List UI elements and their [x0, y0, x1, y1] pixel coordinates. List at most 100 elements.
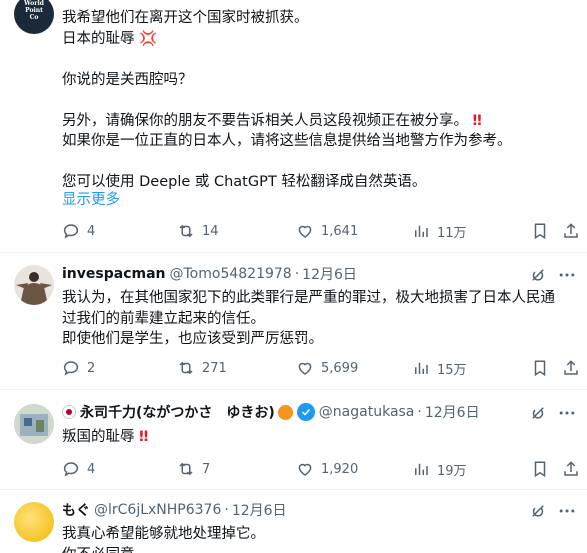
text-line: [62, 152, 512, 173]
more-icon[interactable]: [557, 501, 577, 521]
tweet-text: 我希望他们在离开这个国家时被抓获。 日本的耻辱 💢 你说的是关西腔吗？ 另外，请…: [62, 8, 512, 193]
separator-dot: ·: [224, 502, 229, 518]
reply-count: 4: [87, 223, 96, 239]
repost-button[interactable]: 271: [177, 357, 227, 379]
text-line: 你不必同意: [62, 545, 265, 553]
text-line: 我希望他们在离开这个国家时被抓获。: [62, 10, 309, 26]
avatar-photo-icon: [14, 404, 54, 444]
tweet-date[interactable]: 12月6日: [232, 500, 287, 520]
tweet-header: もぐ @lrC6jLxNHP6376 · 12月6日: [62, 500, 287, 520]
grok-icon[interactable]: [529, 404, 547, 422]
text-line: 如果你是一位正直的日本人，请将这些信息提供给当地警方作为参考。: [62, 133, 512, 149]
views-icon: [415, 362, 428, 374]
more-icon[interactable]: [557, 265, 577, 285]
view-count: 15万: [437, 362, 467, 378]
reply-count: 4: [87, 461, 96, 477]
views-button[interactable]: 19万: [412, 458, 467, 480]
avatar[interactable]: [14, 502, 54, 542]
text-line: 日本的耻辱 💢: [62, 30, 158, 47]
repost-button[interactable]: 7: [177, 458, 210, 480]
grok-icon[interactable]: [529, 266, 547, 284]
text-line: 叛国的耻辱 ‼: [62, 429, 149, 445]
reply-button[interactable]: 4: [62, 458, 95, 480]
user-handle[interactable]: @Tomo54821978: [170, 266, 292, 282]
bookmark-icon[interactable]: [531, 460, 549, 478]
share-icon[interactable]: [562, 359, 580, 377]
text-line: 我认为，在其他国家犯下的此类罪行是严重的罪过，极大地损害了日本人民通: [62, 290, 555, 306]
repost-count: 14: [202, 223, 219, 239]
separator-dot: ·: [294, 266, 300, 282]
tweet-text: 我真心希望能够就地处理掉它。 你不必同意: [62, 524, 265, 553]
tweet-header: 永司千力(ながつかさ ゆきお) @nagatukasa · 12月6日: [62, 402, 480, 422]
tweet-date[interactable]: 12月6日: [302, 264, 357, 284]
like-icon: [298, 463, 312, 476]
repost-icon: [179, 224, 193, 238]
text-line: 另外，请确保你的朋友不要告诉相关人员这段视频正在被分享。 ‼: [62, 112, 482, 129]
bookmark-icon[interactable]: [531, 222, 549, 240]
share-icon[interactable]: [562, 460, 580, 478]
avatar-text: World: [24, 0, 44, 7]
avatar[interactable]: [14, 404, 54, 444]
verified-badge-icon: [296, 403, 315, 421]
avatar[interactable]: [14, 265, 54, 305]
text-line: [62, 49, 512, 70]
tweet-1[interactable]: World Point Co 我希望他们在离开这个国家时被抓获。 日本的耻辱 💢…: [0, 0, 587, 252]
like-button[interactable]: 1,641: [296, 220, 358, 242]
avatar-figure-icon: [16, 272, 52, 305]
like-button[interactable]: 5,699: [296, 357, 358, 379]
anger-emoji: 💢: [139, 30, 158, 47]
tweet-date[interactable]: 12月6日: [425, 402, 480, 422]
repost-count: 7: [202, 461, 211, 477]
user-handle[interactable]: @lrC6jLxNHP6376: [94, 502, 221, 518]
double-exclamation-emoji: ‼: [472, 112, 482, 129]
reply-icon: [63, 361, 79, 376]
text-line: 我真心希望能够就地处理掉它。: [62, 526, 265, 542]
text-line: [62, 90, 512, 111]
show-more-link[interactable]: 显示更多: [62, 188, 120, 209]
text-line: 你说的是关西腔吗？: [62, 71, 193, 88]
reply-button[interactable]: 2: [62, 357, 95, 379]
reply-icon: [63, 462, 79, 477]
views-icon: [415, 225, 428, 237]
display-name[interactable]: 永司千力(ながつかさ ゆきお): [80, 402, 275, 422]
like-count: 1,641: [321, 223, 359, 239]
orange-emoji-icon: [277, 404, 293, 420]
tweet-header: invespacman @Tomo54821978 · 12月6日: [62, 264, 357, 284]
repost-count: 271: [202, 360, 227, 376]
display-name[interactable]: invespacman: [62, 266, 166, 282]
display-name[interactable]: もぐ: [62, 500, 90, 520]
like-count: 1,920: [321, 461, 359, 477]
repost-button[interactable]: 14: [177, 220, 219, 242]
action-bar: 4 14 1,641 11万: [62, 220, 582, 242]
view-count: 19万: [437, 463, 467, 479]
reply-button[interactable]: 4: [62, 220, 95, 242]
like-icon: [298, 225, 312, 238]
tweet-4[interactable]: もぐ @lrC6jLxNHP6376 · 12月6日 我真心希望能够就地处理掉它…: [0, 490, 587, 553]
like-button[interactable]: 1,920: [296, 458, 358, 480]
tweet-text: 我认为，在其他国家犯下的此类罪行是严重的罪过，极大地损害了日本人民通 过我们的前…: [62, 288, 555, 350]
avatar[interactable]: World Point Co: [14, 0, 54, 34]
reply-icon: [63, 224, 79, 239]
like-count: 5,699: [321, 360, 359, 376]
views-button[interactable]: 11万: [412, 220, 467, 242]
bookmark-icon[interactable]: [531, 359, 549, 377]
action-bar: 4 7 1,920 19万: [62, 458, 582, 480]
more-icon[interactable]: [557, 403, 577, 423]
user-handle[interactable]: @nagatukasa: [319, 404, 415, 420]
text-line: 即使他们是学生，也应该受到严厉惩罚。: [62, 331, 323, 347]
tweet-3[interactable]: 永司千力(ながつかさ ゆきお) @nagatukasa · 12月6日 叛国的耻…: [0, 390, 587, 488]
text-line: 过我们的前辈建立起来的信任。: [62, 310, 265, 327]
double-exclamation-emoji: ‼: [139, 429, 149, 445]
japan-flag-icon: [62, 405, 76, 419]
reply-count: 2: [87, 360, 96, 376]
repost-icon: [179, 361, 193, 375]
view-count: 11万: [437, 225, 467, 241]
tweet-2[interactable]: invespacman @Tomo54821978 · 12月6日 我认为，在其…: [0, 253, 587, 389]
share-icon[interactable]: [562, 222, 580, 240]
action-bar: 2 271 5,699 15万: [62, 357, 582, 379]
grok-icon[interactable]: [529, 502, 547, 520]
views-button[interactable]: 15万: [412, 357, 467, 379]
avatar-text: Point: [25, 7, 43, 14]
text-line: 您可以使用 Deeple 或 ChatGPT 轻松翻译成自然英语。: [62, 174, 427, 190]
separator-dot: ·: [417, 404, 422, 420]
